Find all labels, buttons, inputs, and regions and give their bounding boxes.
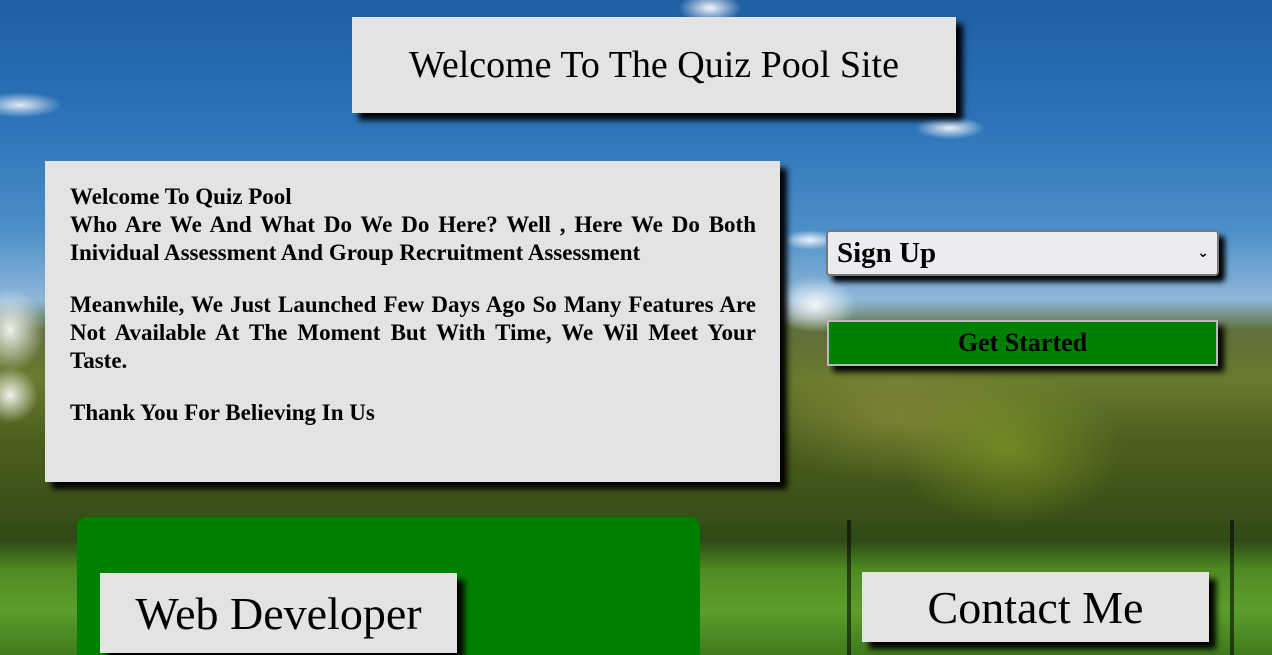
contact-me-label: Contact Me	[927, 581, 1144, 633]
signup-select[interactable]: Sign Up ⌄	[826, 230, 1219, 276]
get-started-label: Get Started	[957, 328, 1088, 357]
page-title-text: Welcome To The Quiz Pool Site	[409, 44, 899, 86]
contact-me-button[interactable]: Contact Me	[862, 572, 1209, 642]
chevron-down-icon: ⌄	[1197, 245, 1209, 261]
intro-paragraph-about: Who Are We And What Do We Do Here? Well …	[70, 212, 756, 265]
intro-heading: Welcome To Quiz Pool	[70, 184, 292, 209]
page-title: Welcome To The Quiz Pool Site	[352, 17, 956, 113]
intro-paragraph-launch: Meanwhile, We Just Launched Few Days Ago…	[70, 292, 756, 373]
web-developer-card[interactable]: Web Developer	[100, 573, 457, 653]
web-developer-label: Web Developer	[135, 587, 422, 639]
get-started-button[interactable]: Get Started	[827, 320, 1218, 366]
intro-panel: Welcome To Quiz Pool Who Are We And What…	[45, 161, 780, 482]
signup-select-value: Sign Up	[837, 236, 937, 269]
intro-paragraph-thanks: Thank You For Believing In Us	[70, 400, 375, 425]
